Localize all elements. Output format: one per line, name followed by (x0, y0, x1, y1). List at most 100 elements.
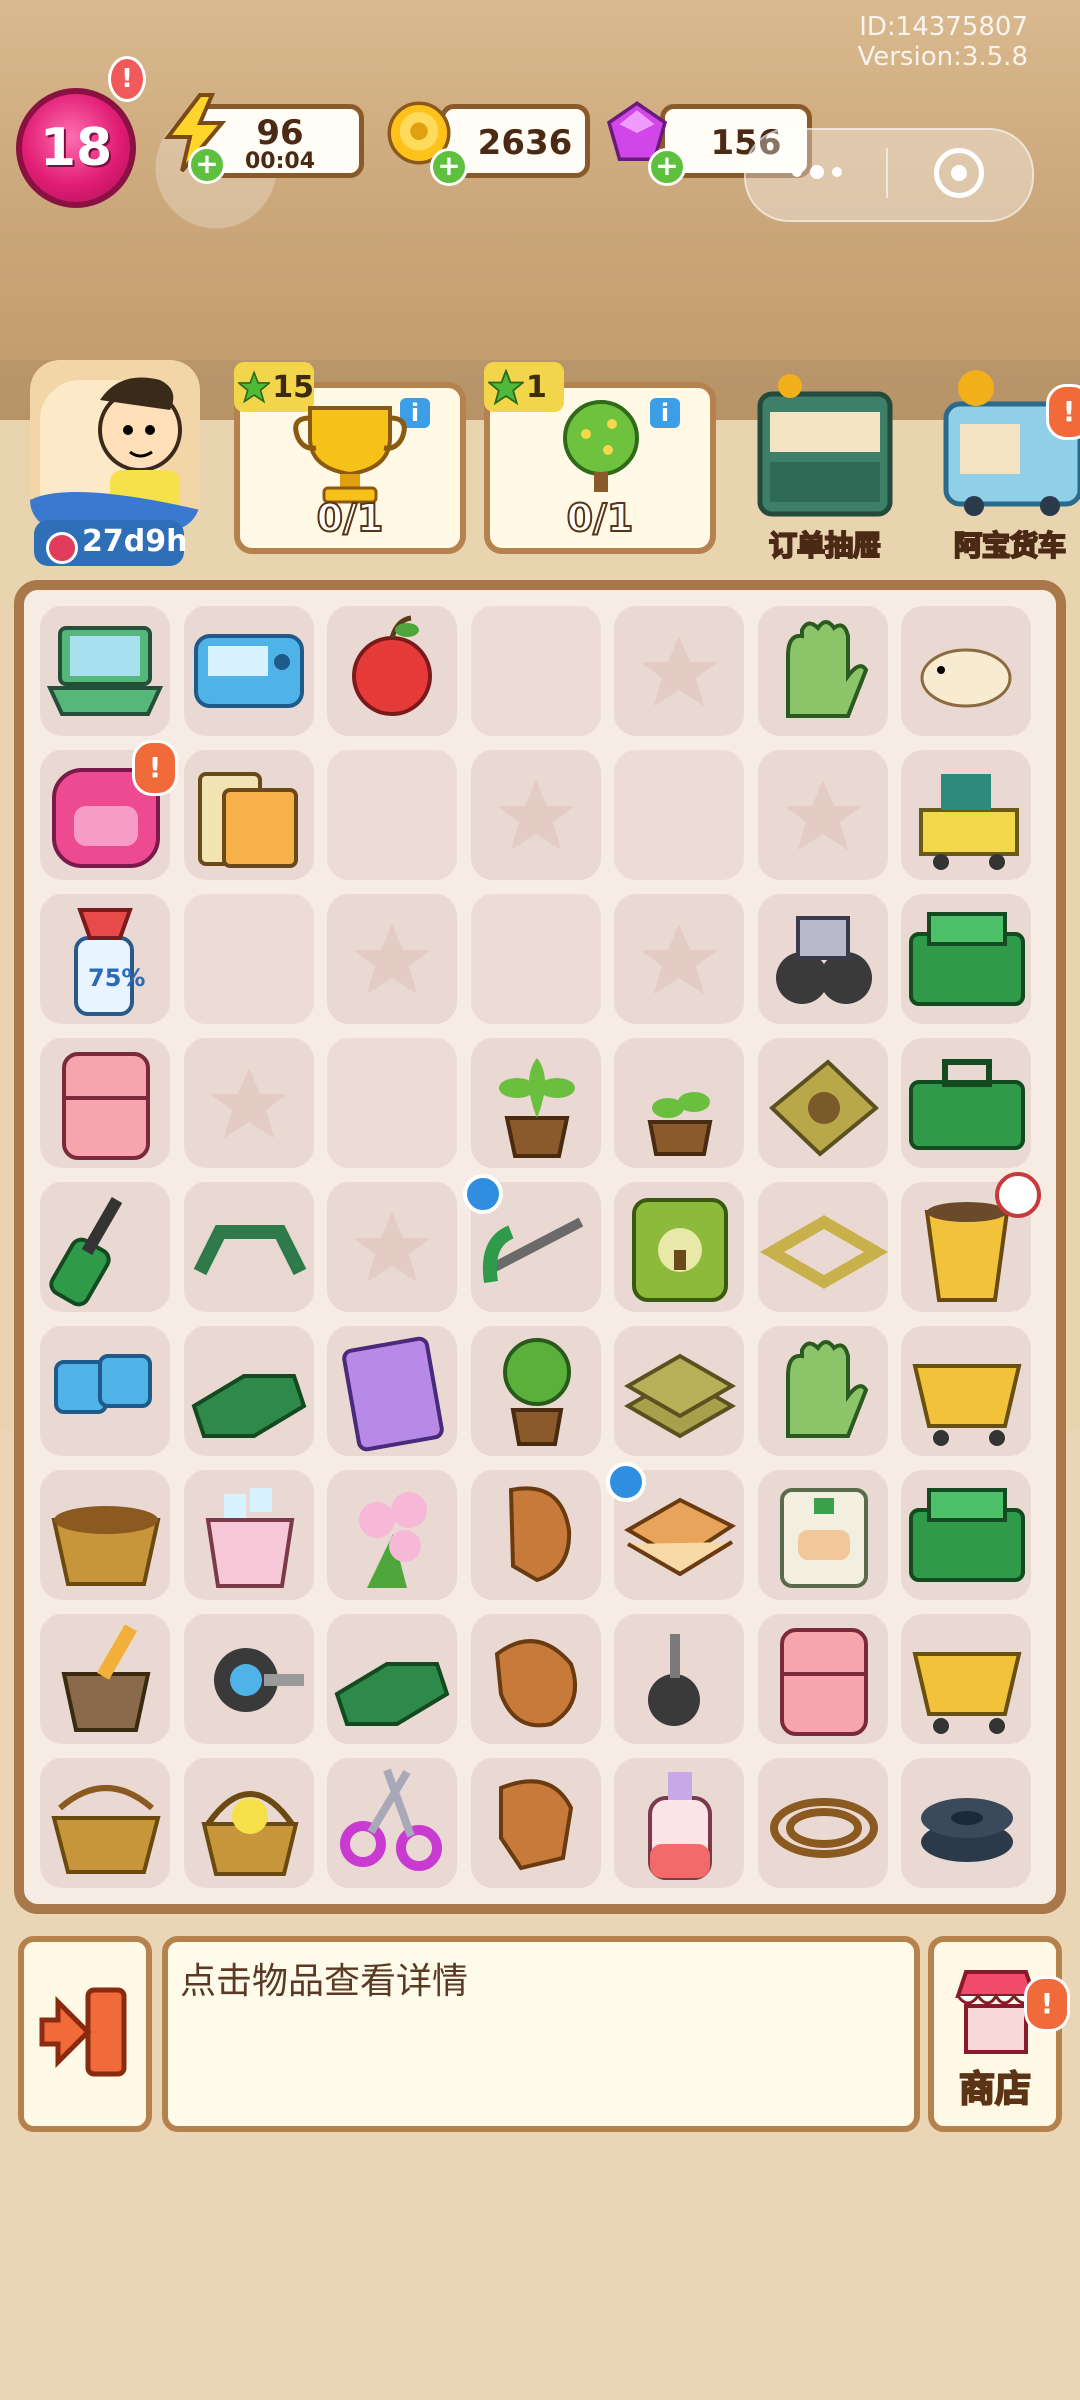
add-gem-icon[interactable]: + (648, 148, 686, 186)
board-cell[interactable] (757, 1038, 888, 1168)
board-cell[interactable] (757, 1758, 888, 1888)
basket-icon (51, 1506, 161, 1586)
close-miniprogram-icon[interactable] (934, 148, 984, 198)
board-cell[interactable] (757, 606, 888, 736)
ab-roller-icon (213, 1648, 304, 1712)
board-cell[interactable] (614, 1038, 744, 1168)
board-cell[interactable] (183, 1614, 314, 1744)
board-cell[interactable] (757, 1182, 888, 1312)
board-cell[interactable] (757, 894, 888, 1024)
caster-icon (648, 1634, 700, 1726)
board-cell[interactable] (901, 1470, 1031, 1600)
board-cell[interactable] (183, 1758, 314, 1888)
board-cell[interactable] (757, 1614, 888, 1744)
board-cell[interactable]: ! (40, 740, 178, 880)
board-cell-empty[interactable] (470, 894, 601, 1024)
board-cell-empty[interactable] (183, 894, 314, 1024)
board-cell[interactable] (327, 1614, 457, 1744)
version-text: Version:3.5.8 (857, 42, 1028, 72)
board-cell[interactable] (901, 1038, 1031, 1168)
board-cell[interactable] (40, 1470, 170, 1600)
item-alert-badge: ! (132, 740, 178, 796)
board-cell[interactable]: 75% (40, 894, 170, 1024)
board-cell-empty[interactable] (327, 1038, 457, 1168)
board-cell[interactable] (470, 1038, 601, 1168)
board-cell[interactable] (40, 606, 170, 736)
rope-icon (769, 1798, 878, 1858)
wheels-icon (775, 916, 872, 1004)
level-badge[interactable]: 18 (16, 88, 136, 208)
board-cell[interactable] (901, 606, 1031, 736)
board-cell[interactable] (470, 1470, 601, 1600)
add-coin-icon[interactable]: + (430, 148, 468, 186)
empty-star-slot-icon (496, 780, 575, 850)
board-cell-empty[interactable] (614, 894, 744, 1024)
board-cell-empty[interactable] (614, 750, 744, 880)
checkmark-icon (606, 1462, 646, 1502)
board-cell-empty[interactable] (614, 606, 744, 736)
board-cell[interactable] (327, 606, 457, 736)
board-cell[interactable] (462, 1174, 601, 1312)
board-cell-empty[interactable] (327, 1182, 457, 1312)
basket-weave-icon (51, 1785, 161, 1874)
spray-bottle-icon (74, 908, 134, 1016)
empty-star-slot-icon (640, 924, 718, 994)
board-cell[interactable] (614, 1614, 744, 1744)
empty-star-slot-icon (783, 780, 862, 850)
board-cell[interactable] (40, 1182, 170, 1312)
board-cell[interactable] (183, 1182, 314, 1312)
task-progress: 0/1 (316, 495, 385, 541)
more-icon[interactable] (782, 152, 852, 192)
coin-value: 2636 (477, 123, 573, 163)
task-star-count: 1 (526, 369, 547, 405)
board-cell[interactable] (901, 894, 1031, 1024)
board-cell[interactable] (901, 750, 1031, 880)
truck-alert-badge: ! (1046, 384, 1080, 440)
task-card-trophy[interactable]: 15 i 0/1 (234, 362, 466, 554)
gloves-icon (785, 1340, 868, 1438)
board-cell[interactable] (901, 1758, 1031, 1888)
board-cell[interactable] (40, 1758, 170, 1888)
board-cell[interactable] (614, 1326, 744, 1456)
board-cell[interactable] (757, 1326, 888, 1456)
board-cell[interactable] (183, 750, 314, 880)
board-cell[interactable] (183, 1326, 314, 1456)
board-cell-empty[interactable] (470, 606, 601, 736)
task-card-tree[interactable]: 1 i 0/1 (484, 362, 716, 554)
add-energy-icon[interactable]: + (188, 146, 226, 184)
board-cell[interactable] (470, 1326, 601, 1456)
board-cell[interactable] (614, 1182, 744, 1312)
book-stack-icon (197, 772, 298, 868)
board-cell[interactable] (40, 1326, 170, 1456)
board-cell[interactable] (901, 1172, 1041, 1312)
board-cell-empty[interactable] (327, 894, 457, 1024)
exit-button[interactable] (18, 1936, 152, 2132)
truck-button[interactable]: ! 阿宝货车 (940, 364, 1080, 564)
exit-icon (39, 1987, 127, 2077)
board-cell[interactable] (327, 1758, 457, 1888)
board-cell[interactable] (901, 1614, 1031, 1744)
yellow-cart-icon (912, 1652, 1022, 1734)
order-drawer-button[interactable]: 订单抽屉 (740, 364, 910, 564)
board-cell[interactable] (606, 1462, 744, 1600)
truck-label: 阿宝货车 (953, 528, 1067, 563)
board-cell[interactable] (327, 1470, 457, 1600)
board-cell[interactable] (901, 1326, 1031, 1456)
board-cell-empty[interactable] (327, 750, 457, 880)
board-cell[interactable] (614, 1758, 744, 1888)
board-cell[interactable] (757, 1470, 888, 1600)
board-cell[interactable] (40, 1038, 170, 1168)
scissors-icon (340, 1768, 442, 1871)
board-cell[interactable] (327, 1326, 457, 1456)
board-cell-empty[interactable] (757, 750, 888, 880)
board-cell[interactable] (40, 1614, 170, 1744)
gloves-icon (785, 620, 868, 718)
avatar[interactable] (30, 360, 200, 530)
board-cell[interactable] (183, 1470, 314, 1600)
board-cell[interactable] (470, 1614, 601, 1744)
board-cell-empty[interactable] (470, 750, 601, 880)
board-cell[interactable] (183, 606, 314, 736)
clock-icon (995, 1172, 1041, 1218)
board-cell[interactable] (470, 1758, 601, 1888)
board-cell-empty[interactable] (183, 1038, 314, 1168)
